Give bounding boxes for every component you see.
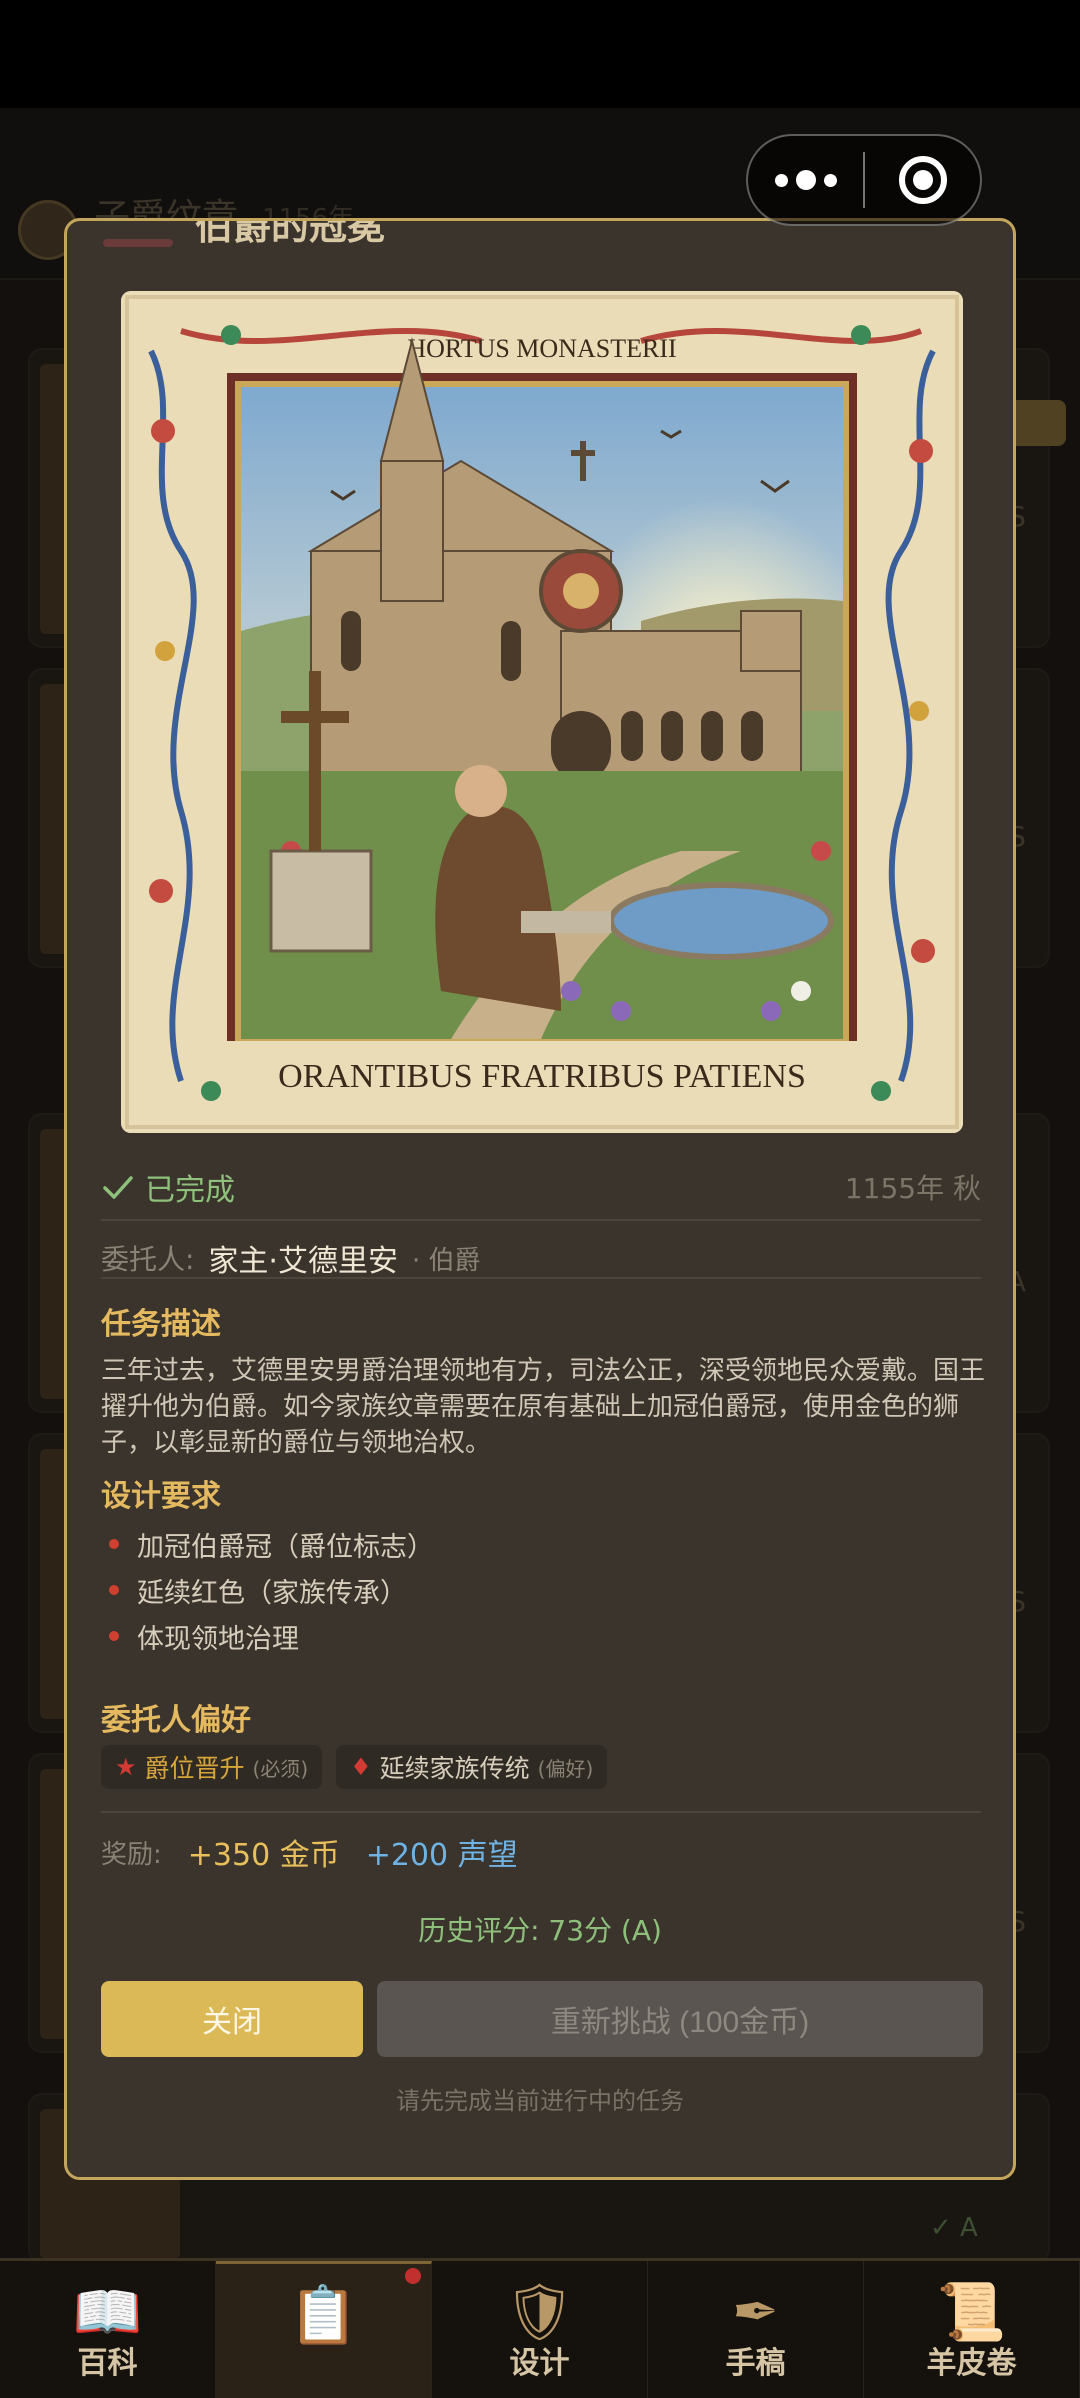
scroll-icon: 📜 — [936, 2280, 1007, 2345]
tab-design[interactable]: 🛡 设计 — [432, 2261, 648, 2398]
clipboard-icon: 📋 — [288, 2283, 359, 2348]
tab-quests[interactable]: 📋 — [216, 2261, 432, 2398]
book-icon: 📖 — [72, 2280, 143, 2345]
quill-icon: ✒ — [732, 2280, 779, 2345]
history-score: 历史评分: 73分 (A) — [418, 1914, 662, 1947]
preferences-title: 委托人偏好 — [101, 1703, 251, 1738]
divider — [101, 1811, 981, 1813]
client-name: 家主·艾德里安 — [208, 1244, 398, 1279]
preference-tag: ★ 爵位晋升 (必须) — [101, 1745, 323, 1789]
status-text: 已完成 — [145, 1173, 235, 1208]
hint-text: 请先完成当前进行中的任务 — [396, 2087, 684, 2115]
quest-season: 1155年 秋 — [844, 1172, 981, 1205]
preferences-list: ★ 爵位晋升 (必须) ♦ 延续家族传统 (偏好) — [101, 1745, 608, 1789]
preference-name: 延续家族传统 — [379, 1754, 530, 1783]
check-icon — [103, 1176, 133, 1199]
reward-fame: +200 声望 — [365, 1838, 518, 1873]
preference-tag-label: (必须) — [252, 1756, 309, 1781]
reward-label: 奖励: — [101, 1839, 162, 1870]
bullet-icon — [109, 1539, 119, 1549]
reward-row: 奖励: +350 金币 +200 声望 — [101, 1819, 518, 1885]
client-row: 委托人: 家主·艾德里安 · 伯爵 — [101, 1227, 481, 1289]
divider — [101, 1219, 981, 1221]
requirement-text: 延续红色（家族传承） — [137, 1577, 407, 1609]
list-item: 延续红色（家族传承） — [101, 1567, 981, 1613]
requirements-list: 加冠伯爵冠（爵位标志） 延续红色（家族传承） 体现领地治理 — [101, 1521, 981, 1659]
description-title: 任务描述 — [101, 1307, 221, 1342]
quest-illustration: HORTUS MONASTERII ORANTIBUS FRATRIBUS PA… — [121, 291, 963, 1133]
tab-encyclopedia[interactable]: 📖 百科 — [0, 2261, 216, 2398]
bottom-tab-bar: 📖 百科 📋 🛡 设计 ✒ 手稿 📜 羊皮卷 — [0, 2258, 1080, 2398]
quest-detail-modal: 伯爵的冠冕 HORTUS MONASTERII ORANTIBUS FRATRI… — [64, 218, 1016, 2180]
status-badge: 已完成 — [101, 1165, 235, 1209]
requirement-text: 加冠伯爵冠（爵位标志） — [137, 1531, 434, 1563]
tab-manuscripts[interactable]: ✒ 手稿 — [648, 2261, 864, 2398]
list-item: 加冠伯爵冠（爵位标志） — [101, 1521, 981, 1567]
title-icon — [103, 239, 173, 247]
reward-gold: +350 金币 — [187, 1838, 340, 1873]
status-row: 已完成 1155年 秋 — [101, 1157, 981, 1217]
modal-title: 伯爵的冠冕 — [195, 218, 386, 248]
description-text: 三年过去，艾德里安男爵治理领地有方，司法公正，深受领地民众爱戴。国王擢升他为伯爵… — [101, 1356, 986, 1458]
list-item: 体现领地治理 — [101, 1613, 981, 1659]
requirements-title: 设计要求 — [101, 1479, 221, 1514]
preference-tag-label: (偏好) — [537, 1756, 594, 1781]
close-button[interactable]: 关闭 — [101, 1981, 363, 2057]
art-title-top: HORTUS MONASTERII — [407, 334, 676, 363]
app-screen: S S A S S 自由城镇的标志 ✓ A 子爵纹章 1156年 伯爵的冠冕 — [0, 0, 1080, 2398]
notification-dot — [405, 2268, 421, 2284]
miniprogram-capsule — [746, 134, 982, 226]
preference-name: 爵位晋升 — [144, 1754, 245, 1783]
client-label: 委托人: — [101, 1243, 195, 1276]
requirement-text: 体现领地治理 — [137, 1623, 299, 1655]
client-rank: · 伯爵 — [411, 1245, 481, 1276]
status-bar-area — [0, 0, 1080, 108]
retry-button[interactable]: 重新挑战 (100金币) — [377, 1981, 983, 2057]
bullet-icon — [109, 1585, 119, 1595]
shield-icon: 🛡 — [503, 2280, 576, 2345]
bullet-icon — [109, 1631, 119, 1641]
diamond-icon: ♦ — [350, 1753, 372, 1781]
target-circle-icon[interactable] — [865, 136, 980, 224]
art-title-bottom: ORANTIBUS FRATRIBUS PATIENS — [278, 1058, 806, 1095]
preference-tag: ♦ 延续家族传统 (偏好) — [336, 1745, 608, 1789]
more-dots-icon[interactable] — [748, 136, 863, 224]
divider — [101, 1277, 981, 1279]
star-icon: ★ — [115, 1753, 137, 1781]
tab-scrolls[interactable]: 📜 羊皮卷 — [864, 2261, 1080, 2398]
